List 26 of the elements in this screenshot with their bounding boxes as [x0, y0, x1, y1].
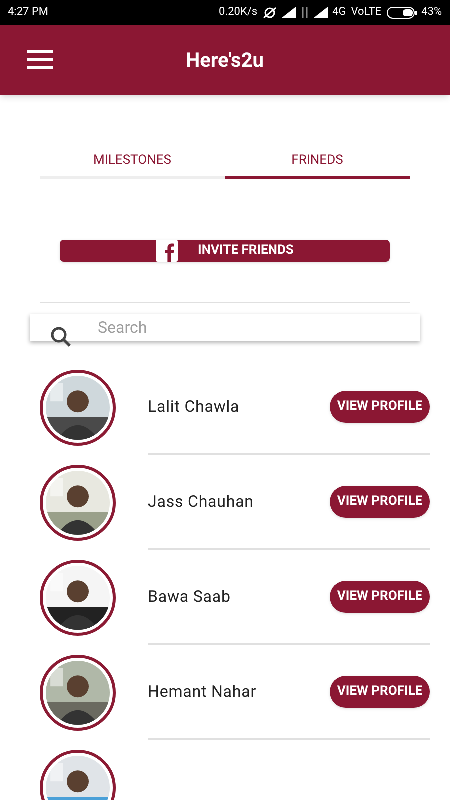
facebook-icon: [156, 240, 178, 262]
tab[interactable]: MILESTONES: [40, 145, 225, 179]
network-speed: 0.20K/s: [219, 4, 258, 20]
alarm-off-icon: [262, 6, 277, 18]
battery-level: 43%: [422, 4, 442, 20]
search-icon: [50, 326, 72, 348]
tab[interactable]: FRINEDS: [225, 145, 410, 179]
volte-label: VoLTE: [351, 4, 382, 20]
view-profile-button[interactable]: VIEW PROFILE: [330, 486, 430, 518]
network-type: 4G: [332, 4, 346, 20]
friend-name: Lalit Chawla: [148, 396, 241, 418]
search-field[interactable]: Search: [30, 314, 420, 341]
signal-icon: [282, 7, 296, 18]
view-profile-button[interactable]: VIEW PROFILE: [330, 676, 430, 708]
friend-name: Jass Chauhan: [148, 490, 255, 512]
data-arrows-icon: [300, 7, 309, 18]
status-time: 4:27 PM: [8, 4, 48, 20]
friend-name: Hemant Nahar: [148, 680, 258, 702]
app-title: Here's2u: [186, 47, 264, 74]
signal-icon: [314, 7, 328, 18]
view-profile-button[interactable]: VIEW PROFILE: [330, 390, 430, 422]
view-profile-button[interactable]: VIEW PROFILE: [330, 580, 430, 612]
friend-name: Bawa Saab: [148, 586, 232, 608]
invite-friends-button[interactable]: INVITE FRIENDS: [60, 240, 390, 262]
menu-icon[interactable]: [27, 50, 53, 70]
battery-icon: [386, 6, 417, 18]
